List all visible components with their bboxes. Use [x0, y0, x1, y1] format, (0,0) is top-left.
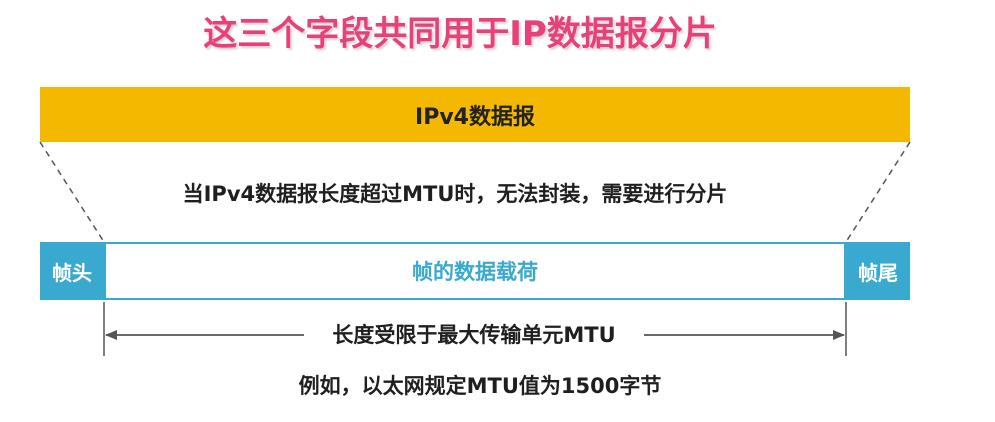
frame-header-block: 帧头 [40, 242, 104, 300]
ethernet-mtu-example: 例如，以太网规定MTU值为1500字节 [298, 374, 662, 398]
frame-trailer-block: 帧尾 [846, 242, 910, 300]
fragmentation-note: 当IPv4数据报长度超过MTU时，无法封装，需要进行分片 [182, 182, 728, 206]
ipv4-datagram-label: IPv4数据报 [415, 104, 535, 130]
mtu-limit-label: 长度受限于最大传输单元MTU [304, 318, 644, 352]
frame-structure: 帧头 帧的数据载荷 帧尾 [40, 242, 910, 300]
slide-title: 这三个字段共同用于IP数据报分片 [203, 14, 717, 54]
ipv4-datagram-bar: IPv4数据报 [40, 87, 910, 142]
frame-payload-block: 帧的数据载荷 [104, 242, 846, 300]
right-dashed-projection-line [845, 141, 911, 243]
